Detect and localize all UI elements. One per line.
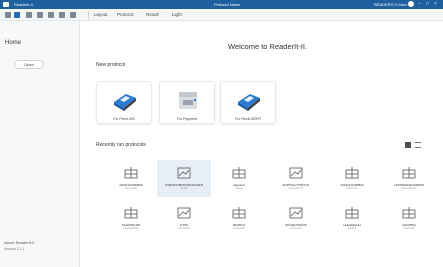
- close-button[interactable]: ×: [434, 1, 437, 7]
- save-icon[interactable]: [48, 12, 54, 18]
- plate-icon: [345, 206, 359, 224]
- plate-icon: [232, 166, 246, 184]
- welcome-title: Welcome to ReaderIt-II.: [228, 42, 308, 51]
- sidebar-home-label[interactable]: Home: [5, 40, 21, 46]
- recent-protocol-device: Flexit-200: [178, 227, 190, 230]
- app-logo-icon: [3, 2, 9, 7]
- plate-icon: [345, 166, 359, 184]
- maximize-button[interactable]: □: [426, 1, 429, 7]
- grid-view-icon[interactable]: [405, 142, 411, 148]
- recent-protocol-item[interactable]: 20231221080829 Flexit-200: [325, 160, 379, 197]
- recent-protocol-item[interactable]: 35225GT Flexit-200: [212, 200, 266, 237]
- plate-icon: [232, 206, 246, 224]
- new-protocol-card-flexit-200[interactable]: For Flexit-200: [96, 81, 152, 124]
- printer-device-icon: [179, 92, 197, 109]
- recent-protocol-item[interactable]: DT6S Flexit-200: [157, 200, 211, 237]
- recent-protocol-item[interactable]: SUPPLECTS56TO1 Flexit-200 HT: [269, 160, 323, 197]
- recent-protocols-title: Recently run protocols: [96, 142, 146, 148]
- plate-icon: [124, 206, 138, 224]
- menu-light[interactable]: Light: [172, 12, 182, 17]
- menu-result[interactable]: Result: [146, 12, 159, 17]
- plate-icon: [124, 166, 138, 184]
- menu-protocol[interactable]: Protocol: [117, 12, 134, 17]
- recent-protocol-item[interactable]: 5GH6S5GDR Flexit-200 HT: [104, 200, 158, 237]
- export-icon[interactable]: [70, 12, 76, 18]
- recent-protocol-item[interactable]: 5GTHE7S4W2S Flexit-200: [269, 200, 323, 237]
- recent-protocol-device: Flexit-200 HT: [288, 187, 304, 190]
- save-as-icon[interactable]: [59, 12, 65, 18]
- recent-protocol-device: Kinetic: [180, 187, 188, 190]
- recent-protocol-device: Kinetic: [235, 187, 243, 190]
- recent-protocol-device: Flexit-200 HT: [123, 227, 139, 230]
- chart-icon: [177, 166, 191, 184]
- recent-protocol-item[interactable]: S32FWSTBKDOSF6G4SFR Kinetic: [157, 160, 211, 197]
- title-bar: ReaderIt-II Protocol Name READERIT-II Us…: [0, 0, 443, 9]
- recent-protocol-device: Flexit-200: [233, 227, 245, 230]
- recent-protocol-device: Flexit-200: [125, 187, 137, 190]
- sidebar: Home Open About ReaderIt-II Version 2.1.…: [0, 21, 80, 267]
- toolbar-divider: [88, 11, 89, 19]
- new-protocol-card-payment[interactable]: For Payment: [159, 81, 215, 124]
- new-protocol-card-flexit-200ht[interactable]: For Flexit-200HT: [220, 81, 276, 124]
- menu-layout[interactable]: Layout: [94, 12, 108, 17]
- card-label: For Payment: [176, 117, 198, 121]
- recent-protocol-item[interactable]: HHHHHHHH Flexit-9: [325, 200, 379, 237]
- recent-protocol-device: Flexit-200: [290, 227, 302, 230]
- card-label: For Flexit-200HT: [234, 117, 262, 121]
- new-file-icon[interactable]: [26, 12, 32, 18]
- minimize-button[interactable]: –: [418, 1, 421, 7]
- new-protocol-title: New protocol: [96, 62, 126, 68]
- protocol-name: Protocol Name: [214, 2, 241, 7]
- chart-icon: [289, 166, 303, 184]
- recent-protocol-device: Flexit-200: [403, 227, 415, 230]
- open-folder-icon[interactable]: [37, 12, 43, 18]
- chart-icon: [177, 206, 191, 224]
- card-label: For Flexit-200: [113, 117, 135, 121]
- user-icon[interactable]: [408, 1, 414, 7]
- recent-protocol-item[interactable]: plaquer2 Kinetic: [212, 160, 266, 197]
- recent-protocol-device: Flexit-200 HT: [401, 187, 417, 190]
- plate-icon: [402, 166, 416, 184]
- toolbar: Layout Protocol Result Light: [0, 9, 443, 21]
- reader-device-icon: [238, 94, 260, 111]
- about-link[interactable]: About ReaderIt-II: [4, 240, 34, 245]
- recent-protocol-item[interactable]: 20231221080829 Flexit-200: [104, 160, 158, 197]
- open-button[interactable]: Open: [14, 60, 44, 69]
- settings-icon[interactable]: [5, 12, 11, 18]
- chart-icon: [289, 206, 303, 224]
- app-title: ReaderIt-II: [14, 2, 33, 7]
- reader-device-icon: [114, 94, 136, 111]
- recent-protocol-device: Flexit-9: [347, 227, 357, 230]
- plate-icon: [402, 206, 416, 224]
- version-label: Version 2.1.1: [4, 247, 25, 251]
- recent-protocol-device: Flexit-200: [346, 187, 358, 190]
- home-icon[interactable]: [14, 12, 20, 18]
- recent-protocol-item[interactable]: LSNNRHE33HSDD5N Flexit-200 HT: [382, 160, 436, 197]
- user-name[interactable]: READERIT-II User: [374, 2, 407, 7]
- recent-protocol-item[interactable]: 21923554 Flexit-200: [382, 200, 436, 237]
- list-view-icon[interactable]: [415, 142, 421, 148]
